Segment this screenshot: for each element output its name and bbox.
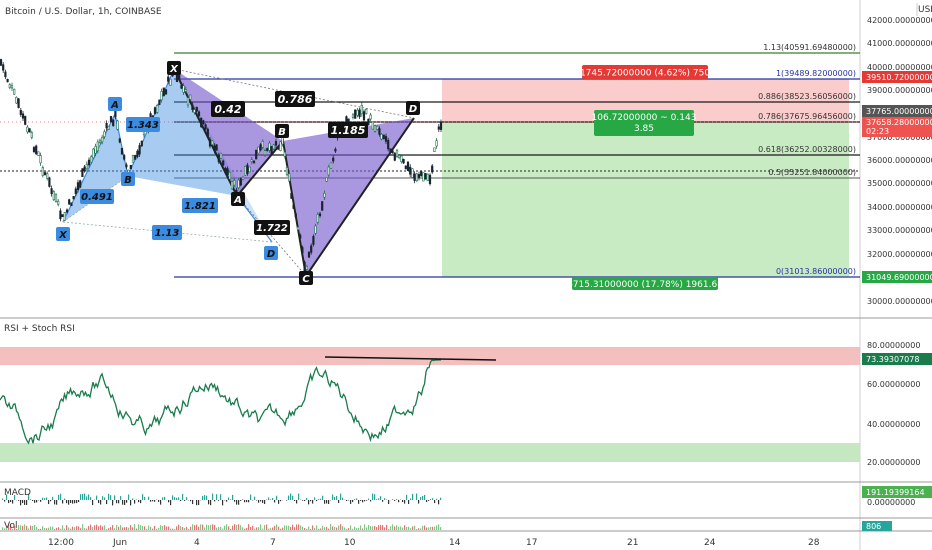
rsi-tick: 20.00000000 [867, 458, 920, 467]
time-tick: 28 [808, 538, 820, 548]
trading-chart[interactable]: 1.13(40591.69480000) 1(39489.82000000) 0… [0, 0, 932, 550]
fib-label-1-13: 1.13(40591.69480000) [763, 43, 856, 52]
time-tick: 7 [270, 538, 276, 548]
svg-text:39510.72000000: 39510.72000000 [866, 73, 932, 82]
price-tick: 40000.00000000 [867, 63, 932, 72]
price-tick: 39000.00000000 [867, 86, 932, 95]
point-d-left: D [264, 246, 278, 260]
live-price-tag: 37658.28000000 02:23 [862, 117, 932, 137]
svg-text:37765.00000000: 37765.00000000 [866, 107, 932, 116]
time-tick: Jun [112, 538, 127, 548]
chart-title: Bitcoin / U.S. Dollar, 1h, COINBASE [5, 7, 162, 17]
point-a-right: A [231, 192, 245, 206]
price-tick: 30000.00000000 [867, 297, 932, 306]
price-tick: 32000.00000000 [867, 250, 932, 259]
fib-label-0: 0(31013.86000000) [776, 267, 856, 276]
svg-text:1.343: 1.343 [127, 120, 159, 131]
rsi-oversold-zone [0, 443, 860, 462]
macd-value-tag: 191.19399164 [862, 486, 932, 498]
point-b-left: B [121, 172, 135, 186]
fib-label-0-618: 0.618(36252.00328000) [758, 145, 856, 154]
ratio-label-bd: 1.185 [328, 122, 368, 138]
svg-text:1.722: 1.722 [256, 223, 288, 234]
time-tick: 17 [526, 538, 537, 548]
time-tick: 14 [449, 538, 461, 548]
time-tick: 4 [194, 538, 200, 548]
ratio-label-left-2: 0.491 [80, 189, 114, 204]
ratio-label-left-3: 1.821 [182, 198, 218, 213]
svg-text:B: B [124, 175, 132, 186]
price-tick: 33000.00000000 [867, 226, 932, 235]
rsi-tick: 80.00000000 [867, 341, 920, 350]
point-b-right: B [275, 124, 289, 138]
svg-text:A: A [233, 195, 242, 206]
svg-text:B: B [278, 127, 286, 138]
svg-text:1.13: 1.13 [155, 228, 180, 239]
svg-text:0.42: 0.42 [214, 103, 241, 116]
ratio-label-xb: 0.42 [211, 101, 245, 117]
svg-text:D: D [267, 249, 275, 260]
rsi-tick: 40.00000000 [867, 420, 920, 429]
svg-text:X: X [58, 230, 68, 241]
svg-text:02:23: 02:23 [866, 127, 889, 136]
target-price-tag: 31049.69000000 [862, 271, 932, 283]
price-tick: 41000.00000000 [867, 39, 932, 48]
price-tick: 36000.00000000 [867, 156, 932, 165]
point-x-left: X [56, 227, 70, 241]
risk-label[interactable]: 1745.72000000 (4.62%) 750 [580, 65, 710, 79]
svg-text:1.185: 1.185 [331, 124, 366, 137]
stop-price-tag: 39510.72000000 [862, 71, 932, 83]
svg-text:6715.31000000 (17.78%) 1961.68: 6715.31000000 (17.78%) 1961.68 [567, 280, 723, 290]
point-d-right: D [406, 101, 420, 115]
reward-label[interactable]: 6715.31000000 (17.78%) 1961.68 [567, 277, 723, 290]
fib-label-1: 1(39489.82000000) [776, 69, 856, 78]
entry-label[interactable]: 106.72000000 ~ 0.143 3.85 [592, 110, 697, 136]
svg-text:37658.28000000: 37658.28000000 [866, 118, 932, 127]
ratio-label-ac: 0.786 [275, 91, 315, 107]
svg-text:A: A [110, 100, 119, 111]
ratio-label-left-1: 1.343 [126, 117, 160, 132]
svg-text:31049.69000000: 31049.69000000 [866, 273, 932, 282]
currency-label: USD [918, 5, 932, 15]
time-tick: 21 [627, 538, 638, 548]
svg-text:0.491: 0.491 [81, 192, 113, 203]
fib-label-0-886: 0.886(38523.56056000) [758, 92, 856, 101]
svg-text:X: X [169, 64, 179, 75]
point-c-right: C [299, 271, 313, 285]
point-x-right: X [167, 61, 181, 75]
svg-text:1745.72000000 (4.62%) 750: 1745.72000000 (4.62%) 750 [580, 69, 710, 79]
fib-label-0-5: 0.5(35251.84000000) [768, 168, 856, 177]
vol-panel-title: Vol [4, 521, 17, 531]
svg-text:191.19399164: 191.19399164 [866, 488, 925, 497]
time-tick: 10 [344, 538, 356, 548]
rsi-tick: 60.00000000 [867, 380, 920, 389]
ratio-label-left-5: 1.13 [152, 225, 182, 240]
price-tick: 42000.00000000 [867, 16, 932, 25]
time-tick: 24 [704, 538, 716, 548]
svg-text:3.85: 3.85 [634, 124, 654, 134]
svg-text:0.786: 0.786 [278, 93, 313, 106]
vol-value-tag: 806 [862, 521, 892, 531]
time-tick: 12:00 [48, 538, 74, 548]
svg-text:D: D [409, 104, 417, 115]
svg-text:73.39307078: 73.39307078 [866, 355, 919, 364]
svg-text:1.821: 1.821 [184, 201, 216, 212]
macd-panel-title: MACD [4, 488, 31, 498]
current-price-tag: 37765.00000000 [862, 105, 932, 117]
price-tick: 35000.00000000 [867, 179, 932, 188]
svg-text:106.72000000 ~ 0.143: 106.72000000 ~ 0.143 [592, 113, 697, 123]
ratio-label-left-4: 1.722 [254, 220, 290, 235]
point-a-left: A [108, 97, 122, 111]
price-tick: 34000.00000000 [867, 203, 932, 212]
svg-text:806: 806 [866, 522, 881, 531]
rsi-value-tag: 73.39307078 [862, 353, 932, 365]
rsi-panel-title: RSI + Stoch RSI [4, 324, 75, 334]
svg-text:C: C [302, 274, 310, 285]
macd-zero-tick: 0.00000000 [867, 498, 915, 507]
fib-label-0-786: 0.786(37675.96456000) [758, 112, 856, 121]
